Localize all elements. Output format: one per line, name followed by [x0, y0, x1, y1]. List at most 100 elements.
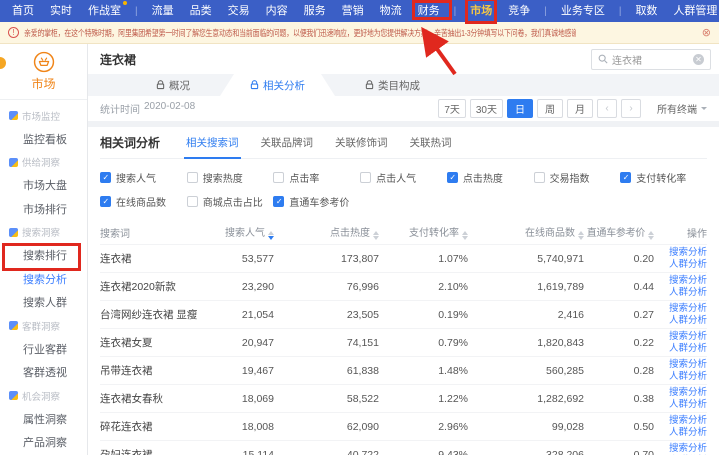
nav-item[interactable]: 内容 — [264, 1, 290, 21]
crowd-analysis-link[interactable]: 人群分析 — [669, 315, 707, 327]
sidebar-item[interactable]: 市场排行 — [0, 197, 87, 221]
nav-item-label: 取数 — [635, 5, 657, 17]
range-button[interactable]: › — [621, 99, 641, 118]
crowd-analysis-link[interactable]: 人群分析 — [669, 259, 707, 271]
checkbox-icon — [273, 172, 284, 183]
word-tab[interactable]: 关联品牌词 — [261, 127, 314, 158]
crowd-analysis-link[interactable]: 人群分析 — [669, 371, 707, 383]
page-tabs: 概况相关分析类目构成 — [88, 74, 719, 96]
sidebar-item[interactable]: 属性洞察 — [0, 407, 87, 431]
sidebar-item[interactable]: 客群透视 — [0, 361, 87, 385]
nav-item[interactable]: 交易 — [226, 1, 252, 21]
metric-checkbox[interactable]: 点击率 — [273, 170, 360, 185]
search-analysis-link[interactable]: 搜索分析 — [669, 443, 707, 455]
sidebar-item[interactable]: 产品洞察 — [0, 431, 87, 455]
word-tab[interactable]: 关联热词 — [410, 127, 452, 158]
nav-item[interactable]: 市场 — [468, 1, 494, 21]
crowd-analysis-link[interactable]: 人群分析 — [669, 399, 707, 411]
column-header-label: 在线商品数 — [525, 228, 575, 239]
range-button[interactable]: ‹ — [597, 99, 617, 118]
sidebar-item[interactable]: 搜索人群 — [0, 291, 87, 315]
column-header[interactable]: 搜索人气 — [207, 224, 274, 240]
nav-item[interactable]: 财务 — [416, 1, 442, 21]
value-cell: 1,820,843 — [468, 337, 584, 349]
sidebar-item[interactable]: 监控看板 — [0, 127, 87, 151]
word-tab[interactable]: 相关搜索词 — [186, 127, 239, 158]
nav-item-label: 营销 — [342, 5, 364, 17]
table-row: 吊带连衣裙19,46761,8381.48%560,2850.28搜索分析人群分… — [100, 356, 707, 384]
metric-checkbox[interactable]: 在线商品数 — [100, 194, 187, 209]
keyword-cell: 台湾网纱连衣裙 显瘦 — [100, 307, 207, 322]
sidebar-group-header: 搜索洞察 — [0, 221, 87, 244]
metric-checkbox[interactable]: 搜索热度 — [187, 170, 274, 185]
value-cell: 1,619,789 — [468, 281, 584, 293]
nav-item[interactable]: 作战室 — [86, 1, 123, 21]
nav-item[interactable]: 实时 — [48, 1, 74, 21]
range-button[interactable]: 日 — [507, 99, 533, 118]
metric-checkbox[interactable]: 商城点击占比 — [187, 194, 274, 209]
column-header[interactable]: 支付转化率 — [379, 224, 468, 240]
search-analysis-link[interactable]: 搜索分析 — [669, 359, 707, 371]
tab-item[interactable]: 类目构成 — [335, 74, 450, 96]
sidebar-item[interactable]: 行业客群 — [0, 337, 87, 361]
value-cell: 0.19% — [379, 309, 468, 321]
tab-active[interactable]: 相关分析 — [220, 74, 335, 96]
range-button[interactable]: 周 — [537, 99, 563, 118]
search-analysis-link[interactable]: 搜索分析 — [669, 415, 707, 427]
word-tab[interactable]: 关联修饰词 — [335, 127, 388, 158]
actions-cell: 搜索分析人群分析 — [654, 387, 707, 411]
range-button[interactable]: 月 — [567, 99, 593, 118]
sidebar: 市场 市场监控监控看板供给洞察市场大盘市场排行搜索洞察搜索排行搜索分析搜索人群客… — [0, 44, 88, 455]
nav-item[interactable]: 物流 — [378, 1, 404, 21]
page-body: 市场 市场监控监控看板供给洞察市场大盘市场排行搜索洞察搜索排行搜索分析搜索人群客… — [0, 44, 719, 455]
terminal-dropdown[interactable]: 所有终端 — [657, 101, 707, 116]
nav-item[interactable]: 营销 — [340, 1, 366, 21]
column-header[interactable]: 在线商品数 — [468, 224, 584, 240]
actions-cell: 搜索分析人群分析 — [654, 415, 707, 439]
metric-checkbox[interactable]: 搜索人气 — [100, 170, 187, 185]
value-cell: 61,838 — [274, 365, 379, 377]
sidebar-group-label: 客群洞察 — [22, 319, 60, 333]
value-cell: 173,807 — [274, 253, 379, 265]
metric-checkbox[interactable]: 点击热度 — [447, 170, 534, 185]
nav-item[interactable]: 取数 — [633, 1, 659, 21]
search-analysis-link[interactable]: 搜索分析 — [669, 275, 707, 287]
nav-item[interactable]: 品类 — [188, 1, 214, 21]
crowd-analysis-link[interactable]: 人群分析 — [669, 343, 707, 355]
range-button[interactable]: 30天 — [470, 99, 503, 118]
nav-item[interactable]: 竞争 — [506, 1, 532, 21]
keyword-cell: 吊带连衣裙 — [100, 363, 207, 378]
value-cell: 99,028 — [468, 421, 584, 433]
column-header[interactable]: 点击热度 — [274, 224, 379, 240]
actions-cell: 搜索分析人群分析 — [654, 359, 707, 383]
nav-item[interactable]: 人群管理 — [671, 1, 719, 21]
tab-item[interactable]: 概况 — [126, 74, 220, 96]
sidebar-item[interactable]: 市场大盘 — [0, 174, 87, 198]
sidebar-item[interactable]: 搜索排行 — [0, 244, 87, 268]
nav-item[interactable]: 服务 — [302, 1, 328, 21]
range-button[interactable]: 7天 — [438, 99, 466, 118]
sidebar-item[interactable]: 搜索分析 — [0, 267, 87, 291]
table-header-row: 搜索词搜索人气点击热度支付转化率在线商品数直通车参考价操作 — [100, 220, 707, 244]
crowd-analysis-link[interactable]: 人群分析 — [669, 287, 707, 299]
nav-item[interactable]: 流量 — [150, 1, 176, 21]
search-analysis-link[interactable]: 搜索分析 — [669, 331, 707, 343]
search-analysis-link[interactable]: 搜索分析 — [669, 247, 707, 259]
metric-checkbox[interactable]: 点击人气 — [360, 170, 447, 185]
metric-checkbox[interactable]: 支付转化率 — [620, 170, 707, 185]
value-cell: 62,090 — [274, 421, 379, 433]
checkbox-icon — [187, 196, 198, 207]
nav-item[interactable]: 业务专区 — [559, 1, 607, 21]
search-analysis-link[interactable]: 搜索分析 — [669, 303, 707, 315]
nav-item[interactable]: 首页 — [10, 1, 36, 21]
crowd-analysis-link[interactable]: 人群分析 — [669, 427, 707, 439]
search-analysis-link[interactable]: 搜索分析 — [669, 387, 707, 399]
search-input[interactable] — [612, 54, 689, 65]
actions-cell: 搜索分析人群分析 — [654, 443, 707, 455]
column-header[interactable]: 直通车参考价 — [584, 224, 654, 240]
metric-checkbox[interactable]: 交易指数 — [534, 170, 621, 185]
notice-close-icon[interactable]: ⊗ — [702, 26, 711, 39]
metric-checkbox[interactable]: 直通车参考价 — [273, 194, 360, 209]
clear-search-icon[interactable]: ✕ — [693, 54, 704, 65]
value-cell: 21,054 — [207, 309, 274, 321]
